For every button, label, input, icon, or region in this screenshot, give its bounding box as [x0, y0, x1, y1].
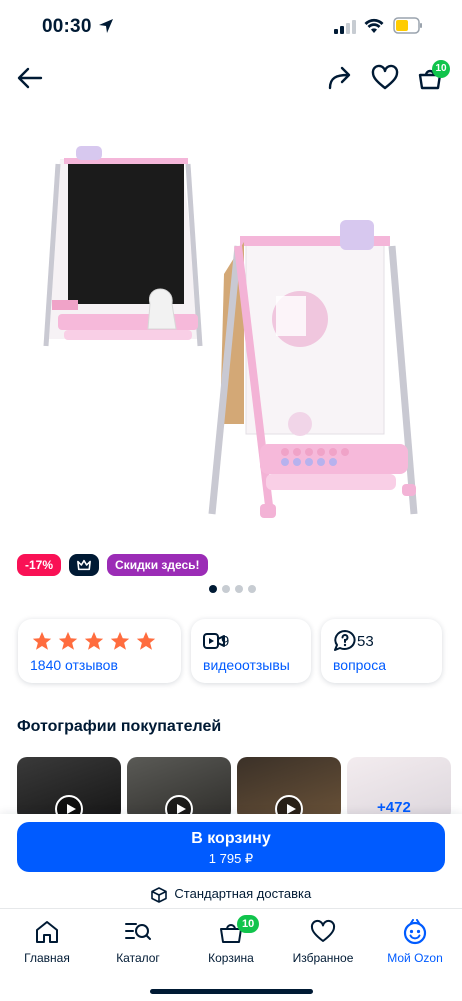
product-header: 10 — [0, 56, 462, 100]
tab-home-label: Главная — [24, 951, 70, 965]
tab-catalog-label: Каталог — [116, 951, 160, 965]
star-icon — [84, 631, 104, 650]
star-icon — [110, 631, 130, 650]
location-arrow-icon — [99, 19, 113, 33]
crown-icon — [77, 559, 91, 571]
delivery-label: Стандартная доставка — [174, 886, 312, 901]
add-to-cart-label: В корзину — [191, 830, 271, 847]
battery-icon — [393, 17, 422, 34]
home-icon — [36, 921, 58, 943]
box-icon — [150, 886, 167, 903]
home-indicator — [150, 989, 313, 994]
price: 1 795 ₽ — [208, 851, 254, 866]
buy-bar: В корзину 1 795 ₽ Стандартная доставка — [0, 814, 462, 908]
tab-home[interactable]: Главная — [7, 919, 87, 965]
pagination-dot[interactable] — [248, 585, 256, 593]
tab-my-ozon-label: Мой Ozon — [387, 951, 443, 965]
tab-favorites-label: Избранное — [292, 951, 354, 965]
tab-cart-badge: 10 — [237, 915, 260, 933]
premium-badge[interactable] — [69, 554, 100, 576]
star-icon — [136, 631, 156, 650]
customer-photo[interactable] — [237, 757, 341, 821]
questions-count: 53 — [357, 633, 374, 650]
questions-link[interactable]: вопроса — [333, 657, 386, 673]
customer-photo[interactable] — [127, 757, 231, 821]
customer-photos-title: Фотографии покупателей — [17, 718, 222, 735]
video-reviews-link[interactable]: видеоотзывы — [203, 657, 290, 673]
tab-catalog[interactable]: Каталог — [98, 919, 178, 965]
video-count: 9 — [221, 633, 230, 650]
smiley-face-icon — [403, 919, 427, 945]
share-icon[interactable] — [326, 64, 354, 92]
reviews-count-link[interactable]: 1840 отзывов — [30, 657, 118, 673]
pagination-dot[interactable] — [222, 585, 230, 593]
delivery-info[interactable]: Стандартная доставка — [0, 886, 462, 903]
cellular-signal-icon — [334, 20, 356, 34]
video-reviews-card[interactable]: 9 видеоотзывы — [191, 619, 311, 683]
bottom-tab-bar: Главная Каталог 10 Корзина Избранное Мой… — [0, 908, 462, 1001]
add-to-cart-button[interactable]: В корзину 1 795 ₽ — [17, 822, 445, 872]
cart-button[interactable]: 10 — [416, 60, 450, 97]
tab-cart[interactable]: 10 Корзина — [191, 915, 271, 965]
discount-badge: -17% — [17, 554, 62, 576]
star-icon — [58, 631, 78, 650]
more-photos[interactable]: +472 — [347, 757, 451, 821]
sale-badge[interactable]: Скидки здесь! — [107, 554, 208, 576]
tab-my-ozon[interactable]: Мой Ozon — [375, 919, 455, 965]
questions-card[interactable]: 53 вопроса — [321, 619, 442, 683]
gallery-pagination — [209, 585, 256, 593]
star-icon — [32, 631, 52, 650]
product-image[interactable] — [0, 124, 462, 544]
status-bar: 00:30 — [0, 0, 462, 56]
review-cards: 1840 отзывов 9 видеоотзывы 53 вопроса — [18, 619, 442, 683]
rating-stars — [31, 630, 157, 652]
customer-photos-row: +472 — [17, 757, 451, 821]
tab-cart-label: Корзина — [208, 951, 254, 965]
wifi-icon — [364, 18, 384, 33]
catalog-search-icon — [125, 923, 151, 940]
back-arrow-icon[interactable] — [16, 64, 44, 92]
customer-photo[interactable] — [17, 757, 121, 821]
cart-count-badge: 10 — [432, 60, 450, 78]
product-badges: -17% Скидки здесь! — [17, 554, 208, 576]
pagination-dot[interactable] — [209, 585, 217, 593]
question-bubble-icon — [334, 630, 356, 651]
heart-icon[interactable] — [371, 64, 399, 92]
tab-favorites[interactable]: Избранное — [283, 919, 363, 965]
pagination-dot[interactable] — [235, 585, 243, 593]
status-time: 00:30 — [42, 16, 92, 37]
rating-card[interactable]: 1840 отзывов — [18, 619, 181, 683]
heart-icon — [310, 919, 336, 942]
